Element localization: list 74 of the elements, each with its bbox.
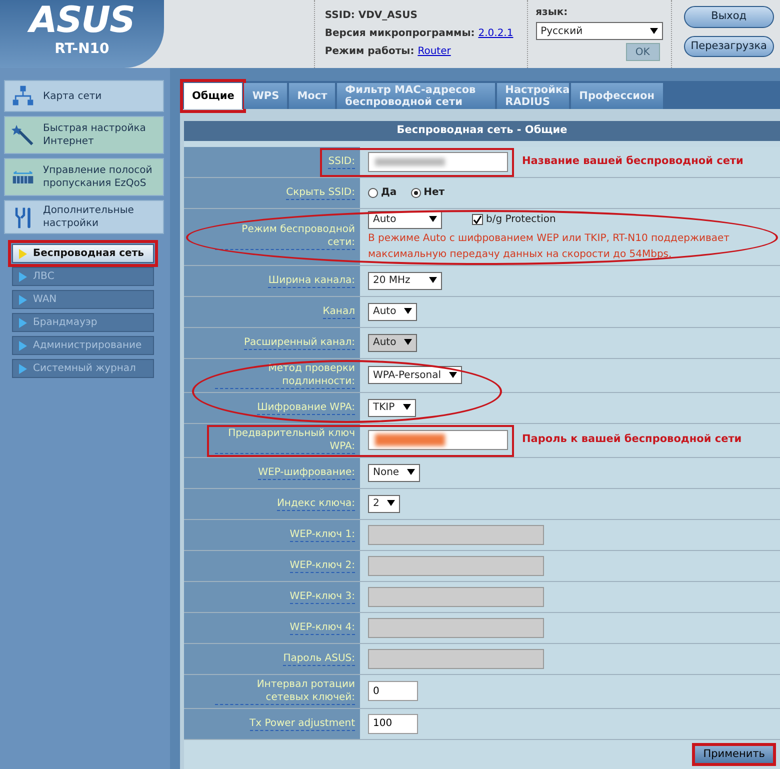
radio-option[interactable]: Да [368, 186, 397, 200]
triangle-icon [19, 294, 27, 304]
reboot-button[interactable]: Перезагрузка [684, 36, 774, 58]
field-label: Tx Power adjustment [250, 716, 355, 731]
caret-icon [404, 339, 412, 346]
field-label: Индекс ключа: [276, 496, 355, 511]
info-label: Режим работы: [324, 46, 416, 57]
field-label: Шифрование WPA: [257, 400, 355, 415]
caret-icon [404, 308, 412, 314]
panel-title: Беспроводная сеть - Общие [184, 121, 780, 147]
field-label: WEP-ключ 3: [290, 590, 355, 604]
caret-icon [449, 372, 458, 378]
info-label: SSID: [324, 10, 356, 21]
field-label: Канал [322, 304, 355, 319]
triangle-icon [19, 248, 27, 258]
select-field[interactable]: TKIP [368, 398, 416, 417]
field-label: Предварительный ключ WPA: [215, 426, 355, 454]
radio-option[interactable]: Нет [410, 186, 445, 200]
info-label: Версия микропрограммы: [324, 28, 476, 39]
input-field[interactable]: 100 [368, 714, 418, 734]
field-label: WEP-ключ 1: [290, 528, 355, 542]
blurred-text [375, 158, 445, 166]
triangle-icon [19, 318, 27, 328]
field-label: Пароль ASUS: [283, 652, 355, 666]
checkbox[interactable] [472, 214, 483, 226]
magic-wand-icon [11, 123, 35, 147]
apply-button[interactable]: Применить [692, 742, 776, 766]
logo: ASUS RT-N10 [0, 0, 164, 68]
caret-icon [387, 500, 396, 506]
field-label: SSID: [328, 154, 355, 169]
select-field[interactable]: WPA-Personal [368, 366, 462, 384]
text-field[interactable] [368, 430, 508, 450]
caret-icon [429, 277, 437, 284]
field-label: Скрыть SSID: [286, 186, 355, 200]
language-select[interactable]: Русский [536, 22, 663, 40]
sidebar-item[interactable]: Управление полосой пропускания EzQoS [4, 158, 164, 196]
select-field[interactable]: 2 [368, 494, 400, 513]
sidebar-item[interactable]: Дополнительные настройки [4, 200, 164, 234]
logout-button[interactable]: Выход [684, 6, 774, 28]
triangle-icon [19, 272, 27, 282]
field-label: Расширенный канал: [244, 336, 355, 350]
annotation-text: Название вашей беспроводной сети [522, 154, 744, 168]
text-field[interactable] [368, 152, 508, 172]
field-label: WEP-ключ 4: [290, 620, 355, 635]
caret-icon [429, 216, 437, 222]
caret-icon [402, 404, 411, 410]
triangle-icon [19, 364, 27, 374]
network-map-icon [11, 84, 35, 108]
caret-icon [407, 469, 416, 476]
select-field[interactable]: 20 MHz [368, 272, 442, 290]
info-link[interactable]: 2.0.2.1 [478, 28, 514, 39]
blurred-text [375, 434, 445, 446]
sidebar-item[interactable]: Карта сети [4, 80, 164, 112]
triangle-icon [19, 340, 27, 350]
field-label: WEP-шифрование: [258, 466, 355, 480]
select-field[interactable]: Auto [368, 302, 418, 321]
tab[interactable]: Общие [184, 83, 242, 109]
caret-icon [650, 28, 658, 34]
field-label: Ширина канала: [268, 274, 355, 288]
field-label: WEP-ключ 2: [290, 558, 355, 573]
radio-button[interactable] [410, 188, 421, 198]
annotation-text: Пароль к вашей беспроводной сети [522, 433, 742, 447]
input-field[interactable]: 0 [368, 681, 418, 702]
warning-text: В режиме Auto с шифрованием WEP или TKIP, RT-N10 поддерживает максимальную передачу данных на скорости до 54Mbps. [368, 232, 730, 262]
info-value: VDV_ASUS [358, 10, 418, 21]
checkbox-option[interactable]: b/g Protection [472, 213, 556, 226]
field-label: Интервал ротации сетевых ключей: [215, 678, 355, 705]
field-label: Режим беспроводной сети: [215, 223, 355, 250]
info-link[interactable]: Router [418, 46, 451, 57]
language-label: язык: [536, 6, 569, 19]
select-field[interactable]: Auto [368, 210, 442, 229]
sidebar-item[interactable]: Быстрая настройка Интернет [4, 116, 164, 154]
radio-button[interactable] [368, 188, 378, 198]
select-field[interactable]: None [368, 464, 420, 482]
